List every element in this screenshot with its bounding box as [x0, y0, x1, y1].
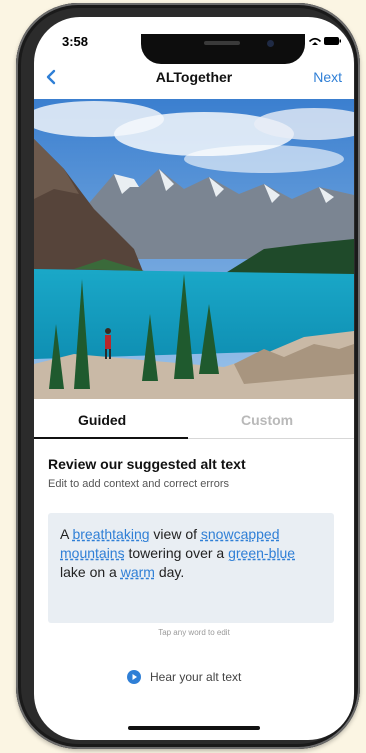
- alt-word: view of: [153, 526, 197, 542]
- hear-alt-text-button[interactable]: Hear your alt text: [127, 669, 241, 685]
- front-camera: [267, 40, 274, 47]
- next-button[interactable]: Next: [313, 69, 342, 85]
- alt-word-editable[interactable]: mountains: [60, 545, 125, 561]
- review-subheading: Edit to add context and correct errors: [48, 478, 229, 490]
- page-title: ALTogether: [155, 69, 233, 85]
- home-indicator: [128, 726, 260, 730]
- alt-word: day.: [158, 564, 185, 580]
- tab-custom[interactable]: Custom: [241, 412, 293, 428]
- tap-hint: Tap any word to edit: [158, 628, 230, 637]
- status-time: 3:58: [62, 34, 89, 49]
- alt-word: A: [60, 526, 69, 542]
- alt-word-editable[interactable]: green-blue: [228, 545, 295, 561]
- mode-tabs: Guided Custom: [34, 399, 354, 439]
- review-heading: Review our suggested alt text: [48, 456, 246, 472]
- review-section: Review our suggested alt text Edit to ad…: [48, 456, 340, 490]
- mountain-lake-photo: [34, 99, 354, 399]
- hear-alt-text-label: Hear your alt text: [150, 670, 242, 684]
- alt-text-box[interactable]: A breathtaking view of snowcapped mounta…: [48, 513, 334, 623]
- wifi-battery-icon: [308, 37, 341, 45]
- speaker-grille: [204, 41, 240, 45]
- alt-word-editable[interactable]: snowcapped: [201, 526, 280, 542]
- play-circle-icon: [127, 670, 141, 684]
- app-screen: 3:58 ALTogether Next Guided Custom Revie…: [34, 17, 354, 740]
- status-icons: [308, 34, 342, 46]
- selected-tab-indicator: [34, 437, 188, 439]
- alt-word: lake on a: [60, 564, 117, 580]
- alt-word: towering over a: [128, 545, 225, 561]
- alt-word-editable[interactable]: breathtaking: [72, 526, 149, 542]
- alt-word-editable[interactable]: warm: [121, 564, 155, 580]
- phone-notch: [141, 34, 305, 64]
- tab-guided[interactable]: Guided: [78, 412, 126, 428]
